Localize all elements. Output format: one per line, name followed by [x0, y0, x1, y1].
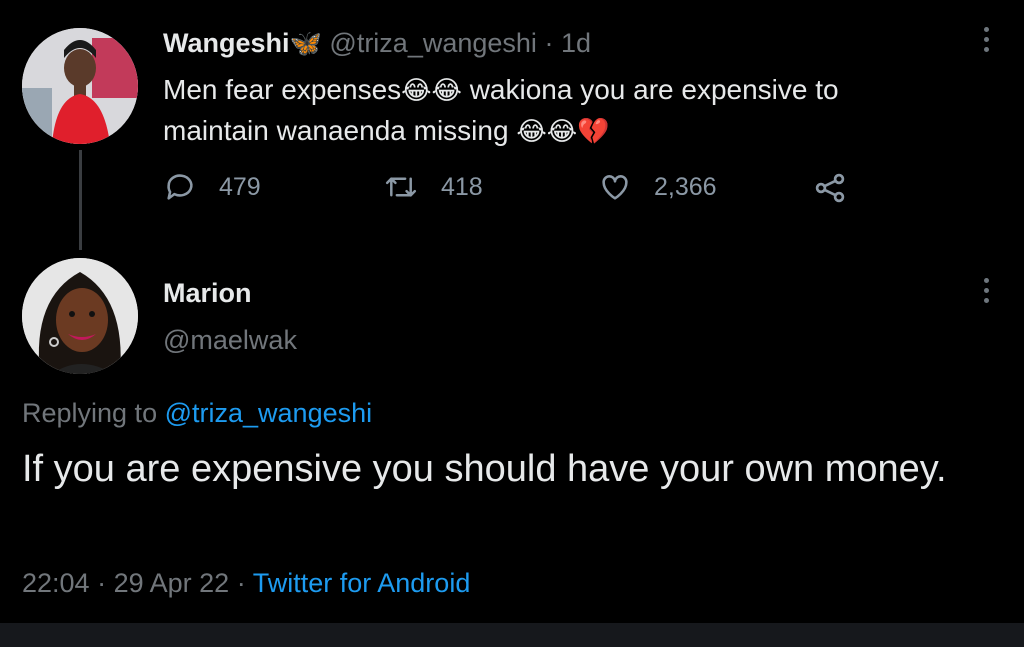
- thread-connector: [79, 150, 82, 250]
- meta-separator-2: ·: [236, 568, 246, 598]
- marion-avatar[interactable]: [22, 258, 138, 374]
- tweet-text-line2: maintain wanaenda missing: [163, 115, 509, 146]
- author-handle[interactable]: @triza_wangeshi: [329, 28, 537, 58]
- tweet-date[interactable]: 29 Apr 22: [114, 568, 230, 598]
- reply-text: If you are expensive you should have you…: [22, 448, 947, 490]
- share-icon[interactable]: [812, 170, 848, 211]
- tweet-text: Men fear expenses😂😂 wakiona you are expe…: [163, 70, 983, 152]
- header-separator: ·: [544, 28, 554, 58]
- retweet-action[interactable]: 418: [383, 170, 483, 204]
- retweet-count: 418: [441, 172, 483, 201]
- retweet-icon: [383, 170, 419, 204]
- like-count: 2,366: [654, 172, 717, 201]
- tweet-source[interactable]: Twitter for Android: [253, 568, 471, 598]
- tweet-header: Wangeshi🦋 @triza_wangeshi · 1d: [163, 28, 591, 59]
- laughing-broken-heart-emoji-icon: 😂😂💔: [516, 117, 610, 147]
- tweet-text-line1b: wakiona you are expensive to: [469, 74, 839, 105]
- reply-count: 479: [219, 172, 261, 201]
- wangeshi-avatar[interactable]: [22, 28, 138, 144]
- author-name[interactable]: Wangeshi: [163, 28, 290, 58]
- like-action[interactable]: 2,366: [598, 170, 717, 204]
- time-ago[interactable]: 1d: [561, 28, 591, 58]
- meta-separator-1: ·: [97, 568, 107, 598]
- bottom-divider-bar: [0, 623, 1024, 647]
- tweet-time[interactable]: 22:04: [22, 568, 90, 598]
- reply-action[interactable]: 479: [163, 170, 261, 204]
- replying-to-handle[interactable]: @triza_wangeshi: [165, 398, 373, 428]
- reply-author-name[interactable]: Marion: [163, 278, 252, 309]
- laughing-emoji-icon: 😂😂: [401, 76, 462, 106]
- tweet-text-line1a: Men fear expenses: [163, 74, 402, 105]
- reply-author-handle[interactable]: @maelwak: [163, 325, 297, 356]
- butterfly-icon: 🦋: [289, 29, 322, 59]
- reply-more-options-icon[interactable]: [984, 278, 989, 303]
- heart-icon: [598, 170, 632, 204]
- reply-display-name[interactable]: Marion: [163, 278, 252, 308]
- replying-to: Replying to @triza_wangeshi: [22, 398, 372, 429]
- reply-icon: [163, 170, 197, 204]
- tweet-meta: 22:04 · 29 Apr 22 · Twitter for Android: [22, 568, 470, 599]
- more-options-icon[interactable]: [984, 27, 989, 52]
- replying-to-label: Replying to: [22, 398, 158, 428]
